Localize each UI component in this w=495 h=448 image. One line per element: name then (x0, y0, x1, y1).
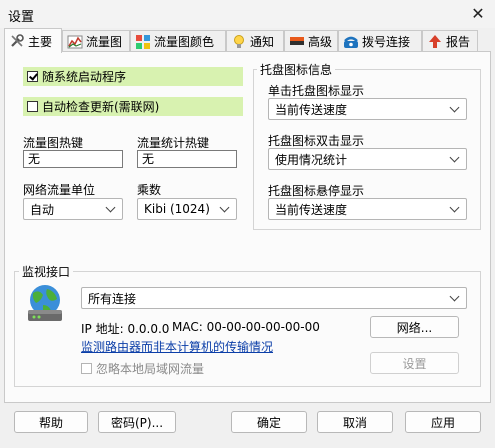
window-title: 设置 (8, 10, 35, 25)
multiplier-value: Kibi (1024) (144, 202, 210, 216)
tab-label: 高级 (308, 35, 333, 49)
autostart-checkbox[interactable]: 随系统启动程序 (23, 67, 243, 86)
phone-icon (343, 34, 359, 50)
unit-label: 网络流量单位 (23, 183, 96, 197)
single-click-label: 单击托盘图标显示 (268, 84, 365, 98)
graph-hotkey-label: 流量图热键 (23, 136, 84, 150)
stats-hotkey-field[interactable]: 无 (137, 150, 237, 168)
multiplier-label: 乘数 (137, 183, 162, 197)
tab-strip: 主要 流量图 流量图颜色 通知 高级 拨号连接 报告 (0, 28, 495, 53)
ok-button[interactable]: 确定 (231, 411, 307, 433)
ignore-local-checkbox[interactable]: 忽略本地局域网流量 (81, 360, 204, 377)
autostart-label: 随系统启动程序 (42, 70, 127, 84)
chart-icon (67, 34, 83, 50)
tab-label: 拨号连接 (362, 35, 411, 49)
tab-main[interactable]: 主要 (4, 28, 62, 53)
mac-address-text: MAC: 00-00-00-00-00-00 (172, 320, 320, 334)
upload-icon (427, 34, 443, 50)
password-button[interactable]: 密码(P)... (98, 411, 176, 433)
tab-dialup[interactable]: 拨号连接 (338, 30, 422, 52)
help-button[interactable]: 帮助 (14, 411, 88, 433)
stats-hotkey-label: 流量统计热键 (137, 136, 210, 150)
tab-label: 主要 (28, 34, 53, 49)
tray-group-label: 托盘图标信息 (257, 61, 336, 78)
interface-select[interactable]: 所有连接 (81, 287, 467, 309)
tab-label: 通知 (250, 35, 275, 49)
hover-label: 托盘图标悬停显示 (268, 184, 365, 198)
ignore-local-label: 忽略本地局域网流量 (96, 362, 205, 376)
double-click-value: 使用情况统计 (275, 152, 348, 167)
tab-label: 报告 (446, 35, 471, 49)
single-click-value: 当前传送速度 (275, 102, 348, 117)
tab-notify[interactable]: 通知 (226, 30, 284, 52)
close-icon[interactable]: ✕ (466, 3, 490, 25)
chevron-down-icon (449, 152, 460, 162)
checkbox-box[interactable] (27, 101, 38, 112)
title-bar: 设置 ✕ (0, 0, 495, 28)
chevron-down-icon (219, 202, 230, 212)
hover-value: 当前传送速度 (275, 202, 348, 217)
double-click-label: 托盘图标双击显示 (268, 134, 365, 148)
settings-button[interactable]: 设置 (370, 352, 459, 374)
tab-advanced[interactable]: 高级 (284, 30, 338, 52)
chevron-down-icon (449, 202, 460, 212)
ip-address-text: IP 地址: 0.0.0.0 (81, 322, 170, 336)
tab-label: 流量图颜色 (154, 35, 215, 49)
tab-graph-colors[interactable]: 流量图颜色 (130, 30, 226, 52)
single-click-select[interactable]: 当前传送速度 (268, 98, 467, 120)
monitor-group-label: 监视接口 (19, 263, 74, 280)
tools-icon (9, 33, 25, 49)
flag-icon (289, 34, 305, 50)
double-click-select[interactable]: 使用情况统计 (268, 148, 467, 170)
autoupdate-label: 自动检查更新(需联网) (42, 100, 160, 114)
tab-report[interactable]: 报告 (422, 30, 478, 52)
router-monitor-link[interactable]: 监测路由器而非本计算机的传输情况 (81, 338, 273, 355)
checkbox-box[interactable] (81, 363, 92, 374)
chevron-down-icon (449, 291, 460, 301)
unit-value: 自动 (30, 202, 55, 217)
lightbulb-icon (231, 34, 247, 50)
graph-hotkey-field[interactable]: 无 (23, 150, 123, 168)
tab-graph[interactable]: 流量图 (62, 30, 130, 52)
hover-select[interactable]: 当前传送速度 (268, 198, 467, 220)
chevron-down-icon (449, 102, 460, 112)
chevron-down-icon (105, 202, 116, 212)
cancel-button[interactable]: 取消 (317, 411, 393, 433)
tab-label: 流量图 (86, 35, 123, 49)
autoupdate-checkbox[interactable]: 自动检查更新(需联网) (23, 97, 243, 116)
checkbox-box[interactable] (27, 71, 38, 82)
network-globe-icon (23, 283, 67, 327)
apply-button[interactable]: 应用 (405, 411, 481, 433)
multiplier-select[interactable]: Kibi (1024) (137, 198, 237, 220)
network-button[interactable]: 网络... (370, 316, 459, 338)
interface-value: 所有连接 (88, 291, 137, 306)
palette-icon (135, 34, 151, 50)
unit-select[interactable]: 自动 (23, 198, 123, 220)
